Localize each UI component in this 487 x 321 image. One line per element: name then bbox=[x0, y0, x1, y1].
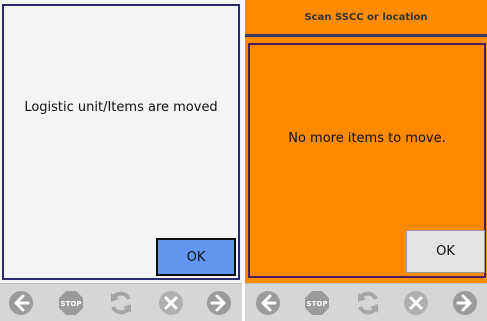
stop-icon[interactable]: STOP bbox=[56, 288, 86, 318]
right-screen: Scan SSCC or location No more items to m… bbox=[245, 0, 487, 321]
stop-icon[interactable]: STOP bbox=[302, 288, 332, 318]
stop-label: STOP bbox=[61, 300, 82, 308]
message-dialog: Logistic unit/Items are moved OK bbox=[2, 4, 240, 280]
ok-button[interactable]: OK bbox=[406, 230, 485, 273]
arrow-left-icon[interactable] bbox=[6, 288, 36, 318]
arrow-right-icon[interactable] bbox=[450, 288, 480, 318]
cancel-icon[interactable] bbox=[401, 288, 431, 318]
page-title: Scan SSCC or location bbox=[304, 12, 428, 23]
title-bar: Scan SSCC or location bbox=[245, 0, 487, 34]
refresh-icon[interactable] bbox=[106, 288, 136, 318]
message-dialog: No more items to move. OK bbox=[248, 43, 486, 278]
left-screen: Logistic unit/Items are moved OK STOP bbox=[0, 0, 242, 321]
arrow-left-icon[interactable] bbox=[253, 288, 283, 318]
dialog-message: No more items to move. bbox=[288, 131, 446, 146]
bottom-toolbar: STOP bbox=[245, 283, 487, 321]
arrow-right-icon[interactable] bbox=[204, 288, 234, 318]
refresh-icon[interactable] bbox=[353, 288, 383, 318]
cancel-icon[interactable] bbox=[156, 288, 186, 318]
ok-button[interactable]: OK bbox=[156, 238, 236, 276]
dialog-message: Logistic unit/Items are moved bbox=[24, 100, 218, 115]
bottom-toolbar: STOP bbox=[0, 283, 242, 321]
stop-label: STOP bbox=[307, 300, 328, 308]
title-divider bbox=[245, 34, 487, 37]
